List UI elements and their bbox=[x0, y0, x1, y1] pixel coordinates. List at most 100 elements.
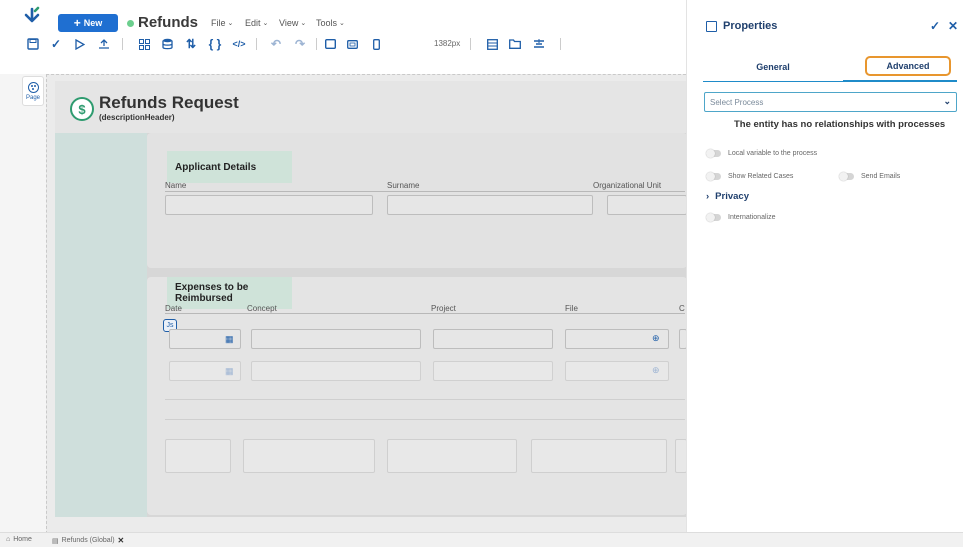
concept-input[interactable] bbox=[251, 329, 421, 349]
logo-icon[interactable] bbox=[22, 6, 42, 26]
palette-icon bbox=[27, 81, 39, 93]
show-related-row: Show Related Cases bbox=[706, 172, 793, 181]
column-project: Project bbox=[431, 304, 456, 313]
left-column bbox=[55, 133, 147, 517]
project-input[interactable] bbox=[433, 329, 553, 349]
label-divider bbox=[165, 191, 685, 192]
tablet-icon[interactable] bbox=[346, 36, 358, 52]
page-button[interactable]: Page bbox=[22, 76, 44, 106]
layout-icon[interactable] bbox=[138, 36, 150, 52]
close-icon[interactable]: ✕ bbox=[118, 536, 125, 545]
surname-field[interactable] bbox=[387, 195, 593, 215]
form-icon[interactable] bbox=[486, 36, 498, 52]
mobile-icon[interactable] bbox=[371, 36, 381, 52]
new-button[interactable]: + New bbox=[58, 14, 118, 32]
column-c: C bbox=[679, 304, 685, 313]
panel-header: Properties ✓ ✕ bbox=[687, 0, 963, 54]
active-tab-indicator bbox=[843, 80, 957, 82]
panel-tabs: General Advanced bbox=[703, 54, 957, 82]
save-icon[interactable] bbox=[26, 36, 40, 52]
width-readout: 1382px bbox=[434, 39, 461, 48]
check-icon[interactable]: ✓ bbox=[50, 36, 62, 52]
chevron-down-icon: ⌄ bbox=[227, 20, 234, 27]
play-icon[interactable] bbox=[74, 36, 86, 52]
undo-icon[interactable]: ↶ bbox=[270, 36, 282, 52]
plus-icon: + bbox=[73, 16, 81, 30]
menu-edit[interactable]: Edit ⌄ bbox=[245, 18, 268, 28]
menu-tools[interactable]: Tools ⌄ bbox=[316, 18, 345, 28]
toolbar-divider bbox=[256, 38, 257, 50]
field-label-name: Name bbox=[165, 181, 187, 190]
row-divider bbox=[165, 399, 685, 400]
code-icon[interactable]: </> bbox=[232, 36, 246, 52]
org-unit-field[interactable] bbox=[607, 195, 687, 215]
dollar-icon: $ bbox=[70, 97, 94, 121]
tab-advanced[interactable]: Advanced bbox=[865, 56, 951, 76]
process-select[interactable]: Select Process ⌄ bbox=[704, 92, 957, 112]
send-emails-row: Send Emails bbox=[839, 172, 900, 181]
field-label-surname: Surname bbox=[387, 181, 420, 190]
form-subtitle: (descriptionHeader) bbox=[99, 113, 175, 122]
total-cell[interactable] bbox=[165, 439, 231, 473]
refunds-tab[interactable]: ▤ Refunds (Global) ✕ bbox=[52, 536, 124, 545]
sort-icon[interactable]: ⇅ bbox=[185, 36, 197, 52]
internationalize-toggle[interactable] bbox=[706, 213, 721, 222]
column-file: File bbox=[565, 304, 578, 313]
panel-title: Properties bbox=[723, 20, 778, 32]
column-concept: Concept bbox=[247, 304, 277, 313]
chevron-right-icon: › bbox=[706, 191, 710, 202]
concept-input-disabled bbox=[251, 361, 421, 381]
menu-view[interactable]: View ⌄ bbox=[279, 18, 306, 28]
braces-icon[interactable]: { } bbox=[208, 36, 222, 52]
field-label-org-unit: Organizational Unit bbox=[593, 181, 662, 190]
redo-icon[interactable]: ↷ bbox=[294, 36, 306, 52]
left-rail bbox=[0, 74, 46, 534]
total-cell[interactable] bbox=[243, 439, 375, 473]
design-canvas[interactable]: $ Refunds Request (descriptionHeader) Ap… bbox=[46, 74, 687, 534]
form-surface: $ Refunds Request (descriptionHeader) Ap… bbox=[55, 81, 687, 517]
form-icon: ▤ bbox=[52, 537, 59, 545]
form-header: $ Refunds Request (descriptionHeader) bbox=[55, 81, 687, 133]
chevron-down-icon: ⌄ bbox=[300, 20, 307, 27]
internationalize-row: Internationalize bbox=[706, 213, 775, 222]
chevron-down-icon: ⌄ bbox=[262, 20, 269, 27]
checkbox-icon bbox=[706, 21, 717, 32]
database-icon[interactable] bbox=[161, 36, 173, 52]
menu-file[interactable]: File ⌄ bbox=[211, 18, 233, 28]
name-field[interactable] bbox=[165, 195, 373, 215]
properties-panel: Properties ✓ ✕ General Advanced Select P… bbox=[686, 0, 963, 532]
toolbar: ✓ ⇅ { } </> ↶ ↷ 1382px bbox=[0, 36, 686, 54]
show-related-toggle[interactable] bbox=[706, 172, 721, 181]
app-title: Refunds bbox=[138, 14, 198, 31]
bottom-tabs: ⌂ Home ▤ Refunds (Global) ✕ bbox=[0, 532, 963, 547]
send-emails-toggle[interactable] bbox=[839, 172, 854, 181]
chevron-down-icon: ⌄ bbox=[339, 20, 345, 27]
desktop-icon[interactable] bbox=[324, 36, 336, 52]
confirm-icon[interactable]: ✓ bbox=[930, 19, 940, 33]
close-icon[interactable]: ✕ bbox=[948, 19, 958, 33]
row-divider bbox=[165, 419, 685, 420]
total-cell[interactable] bbox=[531, 439, 667, 473]
expenses-section[interactable]: Expenses to be Reimbursed Date Concept P… bbox=[147, 277, 687, 515]
top-bar: + New Refunds File ⌄ Edit ⌄ View ⌄ Tools ⌄ ✓ … bbox=[0, 0, 686, 51]
home-icon: ⌂ bbox=[6, 536, 11, 543]
toolbar-divider bbox=[122, 38, 123, 50]
column-date: Date bbox=[165, 304, 182, 313]
status-dot bbox=[127, 20, 134, 27]
toolbar-divider bbox=[470, 38, 471, 50]
header-divider bbox=[165, 313, 685, 314]
home-tab[interactable]: ⌂ Home bbox=[6, 536, 32, 543]
applicant-title: Applicant Details bbox=[167, 151, 292, 183]
upload-icon[interactable] bbox=[98, 36, 110, 52]
local-variable-toggle[interactable] bbox=[706, 149, 721, 158]
tab-general[interactable]: General bbox=[703, 54, 843, 80]
total-cell[interactable] bbox=[387, 439, 517, 473]
privacy-expander[interactable]: › Privacy bbox=[706, 191, 749, 202]
align-icon[interactable] bbox=[533, 36, 545, 52]
applicant-section[interactable]: Applicant Details Name Surname Organizat… bbox=[147, 133, 687, 268]
calendar-icon: ▦ bbox=[225, 366, 234, 376]
calendar-icon[interactable]: ▦ bbox=[225, 334, 234, 345]
folder-icon[interactable] bbox=[509, 36, 521, 52]
chevron-down-icon: ⌄ bbox=[943, 96, 951, 106]
upload-circle-icon[interactable]: ⊕ bbox=[652, 333, 660, 344]
